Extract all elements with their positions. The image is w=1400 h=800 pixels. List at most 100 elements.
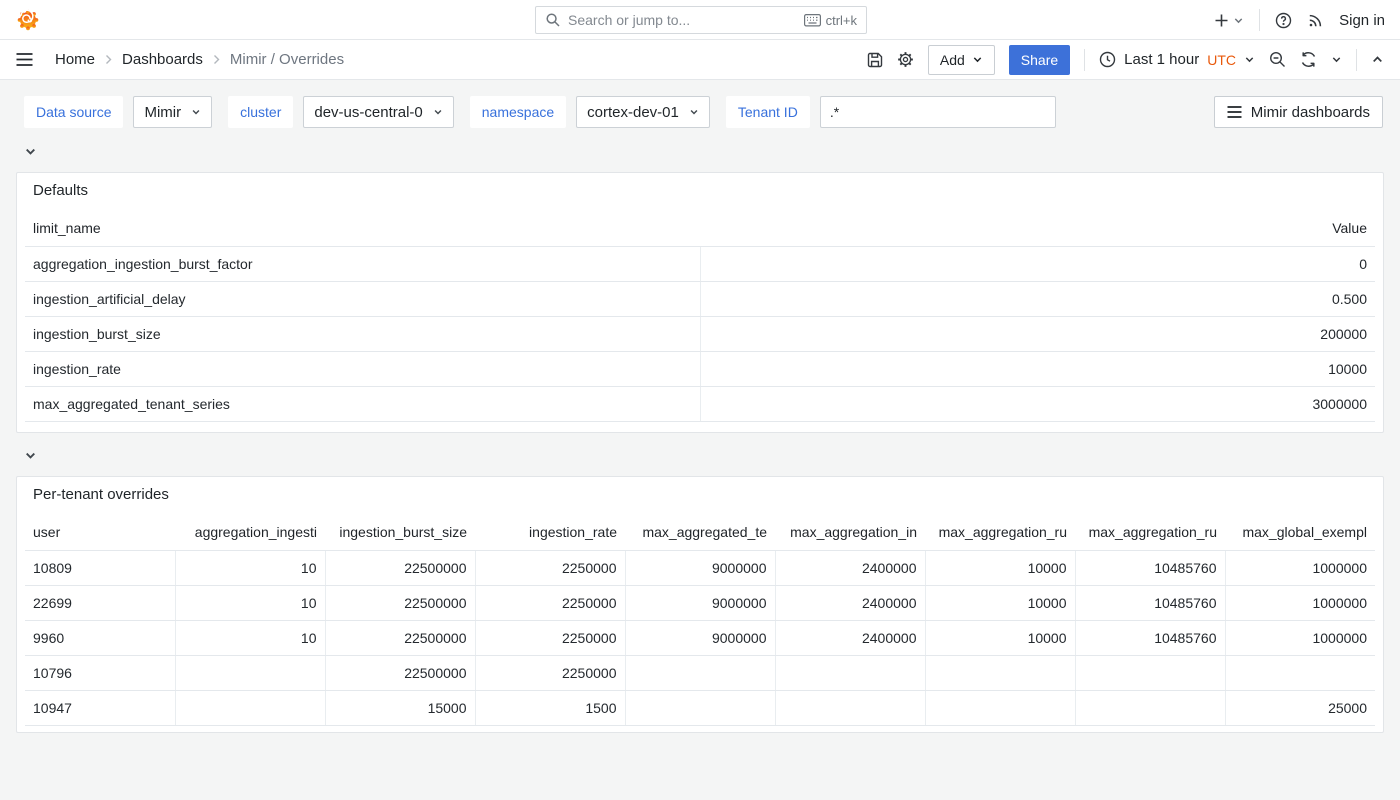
new-menu-button[interactable] <box>1214 13 1244 28</box>
table-cell <box>625 655 775 690</box>
refresh-interval-button[interactable] <box>1331 54 1342 65</box>
table-cell: 15000 <box>325 690 475 725</box>
search-placeholder: Search or jump to... <box>568 12 797 28</box>
column-header[interactable]: limit_name <box>25 211 700 246</box>
row-collapse-toggle[interactable] <box>24 145 37 158</box>
table-cell: 10947 <box>25 690 175 725</box>
refresh-button[interactable] <box>1300 51 1317 68</box>
table-cell <box>925 655 1075 690</box>
table-cell: 22500000 <box>325 655 475 690</box>
column-header[interactable]: max_global_exempl <box>1225 515 1375 550</box>
namespace-label: namespace <box>470 96 566 128</box>
tenant-id-filter: Tenant ID <box>726 96 1056 128</box>
chevron-down-icon <box>24 145 37 158</box>
namespace-filter: namespace cortex-dev-01 <box>470 96 710 128</box>
news-button[interactable] <box>1307 12 1324 29</box>
table-cell: 9000000 <box>625 585 775 620</box>
refresh-icon <box>1300 51 1317 68</box>
add-panel-button[interactable]: Add <box>928 45 995 75</box>
search-shortcut: ctrl+k <box>804 13 857 28</box>
per-tenant-overrides-panel: Per-tenant overrides useraggregation_ing… <box>16 476 1384 733</box>
column-header[interactable]: ingestion_burst_size <box>325 515 475 550</box>
column-header[interactable]: max_aggregated_te <box>625 515 775 550</box>
save-dashboard-button[interactable] <box>867 52 883 68</box>
time-picker-button[interactable]: Last 1 hour UTC <box>1099 51 1255 68</box>
breadcrumb-item-home[interactable]: Home <box>55 51 95 68</box>
cluster-select[interactable]: dev-us-central-0 <box>303 96 453 128</box>
table-cell <box>1225 655 1375 690</box>
overrides-table: useraggregation_ingestiingestion_burst_s… <box>25 515 1375 726</box>
save-icon <box>867 52 883 68</box>
datasource-select[interactable]: Mimir <box>133 96 212 128</box>
table-header-row: limit_nameValue <box>25 211 1375 246</box>
panel-title[interactable]: Defaults <box>25 179 1375 203</box>
datasource-label: Data source <box>24 96 123 128</box>
column-header[interactable]: max_aggregation_in <box>775 515 925 550</box>
table-cell <box>1075 655 1225 690</box>
table-cell: aggregation_ingestion_burst_factor <box>25 246 700 281</box>
gear-icon <box>897 51 914 68</box>
table-cell: 10 <box>175 550 325 585</box>
share-button[interactable]: Share <box>1009 45 1070 75</box>
table-cell: 10000 <box>925 585 1075 620</box>
breadcrumb-item-dashboards[interactable]: Dashboards <box>122 51 203 68</box>
top-nav: Search or jump to... ctrl+k <box>0 0 1400 40</box>
breadcrumb-item-current: Mimir / Overrides <box>230 51 344 68</box>
grafana-logo-icon[interactable] <box>17 9 39 31</box>
hamburger-icon <box>16 53 33 66</box>
table-cell: 10 <box>175 585 325 620</box>
namespace-select[interactable]: cortex-dev-01 <box>576 96 710 128</box>
plus-icon <box>1214 13 1229 28</box>
table-row: 10796225000002250000 <box>25 655 1375 690</box>
table-row: 1080910225000002250000900000024000001000… <box>25 550 1375 585</box>
sign-in-button[interactable]: Sign in <box>1339 12 1385 29</box>
chevron-down-icon <box>191 107 201 117</box>
column-header[interactable]: aggregation_ingesti <box>175 515 325 550</box>
table-cell: 2400000 <box>775 620 925 655</box>
table-row: 1094715000150025000 <box>25 690 1375 725</box>
dashboard-settings-button[interactable] <box>897 51 914 68</box>
chevron-down-icon <box>24 449 37 462</box>
help-button[interactable] <box>1275 12 1292 29</box>
table-cell: ingestion_burst_size <box>25 316 700 351</box>
table-row: 9960102250000022500009000000240000010000… <box>25 620 1375 655</box>
row-collapse-toggle[interactable] <box>24 449 37 462</box>
table-cell: 2250000 <box>475 620 625 655</box>
chevron-down-icon <box>689 107 699 117</box>
table-cell: 22500000 <box>325 585 475 620</box>
table-cell: 22500000 <box>325 620 475 655</box>
timezone-label: UTC <box>1207 52 1236 68</box>
variables-row: Data source Mimir cluster dev-us-central… <box>24 96 1056 128</box>
column-header[interactable]: Value <box>700 211 1375 246</box>
table-cell: 25000 <box>1225 690 1375 725</box>
time-range-label: Last 1 hour <box>1124 51 1199 68</box>
divider <box>1259 9 1260 31</box>
zoom-out-time-button[interactable] <box>1269 51 1286 68</box>
column-header[interactable]: ingestion_rate <box>475 515 625 550</box>
table-row: ingestion_burst_size200000 <box>25 316 1375 351</box>
table-cell: 10000 <box>925 550 1075 585</box>
column-header[interactable]: user <box>25 515 175 550</box>
column-header[interactable]: max_aggregation_ru <box>1075 515 1225 550</box>
table-row: ingestion_artificial_delay0.500 <box>25 281 1375 316</box>
table-cell: 22699 <box>25 585 175 620</box>
column-header[interactable]: max_aggregation_ru <box>925 515 1075 550</box>
panel-title[interactable]: Per-tenant overrides <box>25 483 1375 507</box>
divider <box>1084 49 1085 71</box>
mega-menu-toggle[interactable] <box>16 53 33 66</box>
table-cell <box>775 655 925 690</box>
table-cell: 3000000 <box>700 386 1375 421</box>
dashboard-header: Home Dashboards Mimir / Overrides <box>0 40 1400 80</box>
table-cell: 10000 <box>925 620 1075 655</box>
table-cell: 10 <box>175 620 325 655</box>
search-input[interactable]: Search or jump to... ctrl+k <box>535 6 867 34</box>
mimir-dashboards-button[interactable]: Mimir dashboards <box>1214 96 1383 128</box>
chevron-right-icon <box>212 54 221 65</box>
table-row: max_aggregated_tenant_series3000000 <box>25 386 1375 421</box>
collapse-toolbar-button[interactable] <box>1371 53 1384 66</box>
table-cell: 9000000 <box>625 550 775 585</box>
table-cell: ingestion_rate <box>25 351 700 386</box>
table-cell: 10796 <box>25 655 175 690</box>
chevron-up-icon <box>1371 53 1384 66</box>
tenant-id-input[interactable] <box>820 96 1056 128</box>
